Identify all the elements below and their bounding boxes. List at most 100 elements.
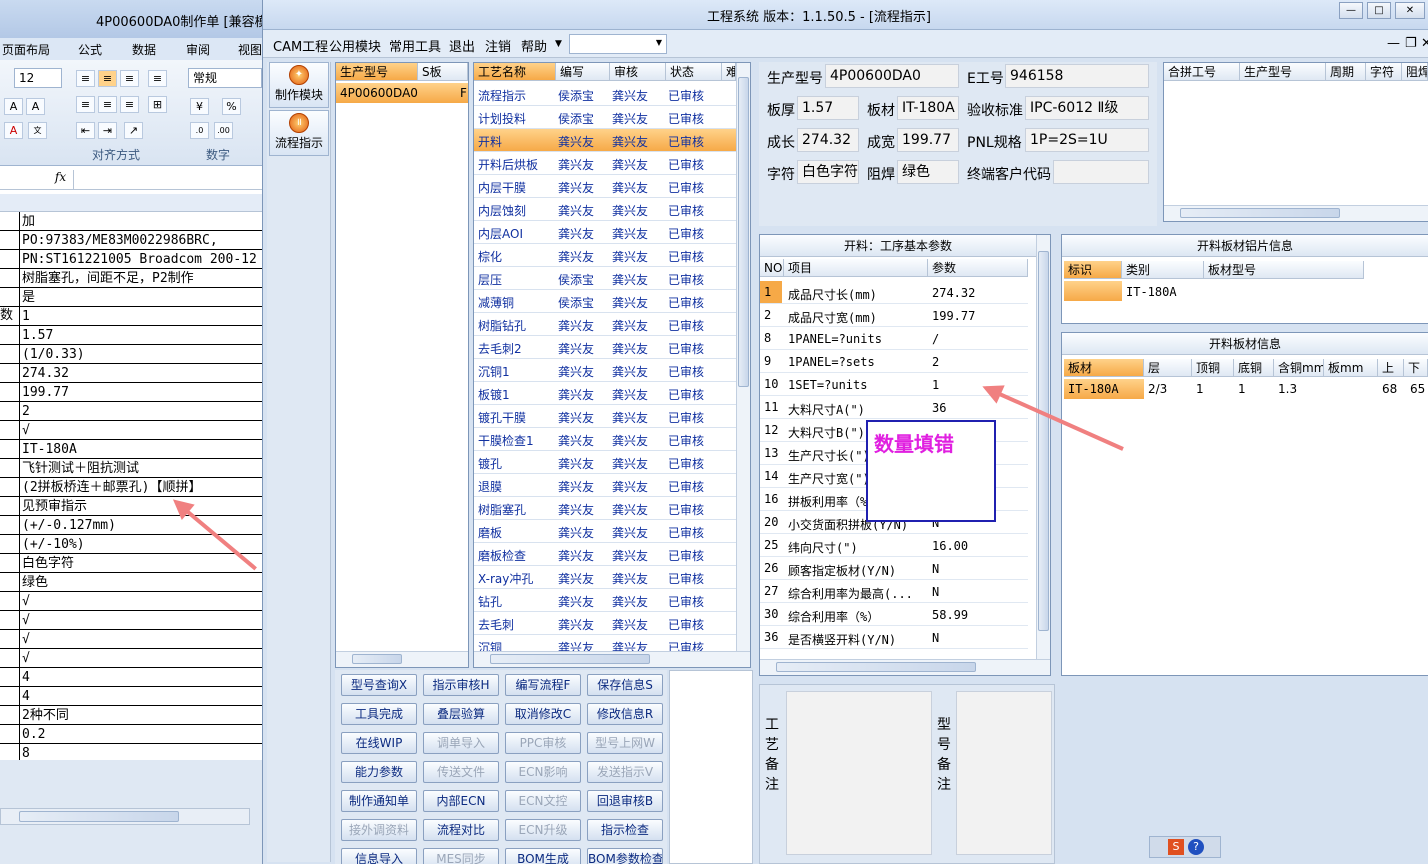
sheet-row[interactable]: IT-180A [0, 440, 262, 459]
sheet-row[interactable]: √ [0, 630, 262, 649]
table-row[interactable]: 27 综合利用率为最高(... N [760, 580, 1028, 603]
action-button[interactable]: PPC审核 [505, 732, 581, 754]
sheet-row[interactable]: (+/-0.127mm) [0, 516, 262, 535]
table-row[interactable]: 流程指示 侯添宝 龚兴友 已审核 [474, 83, 736, 106]
formula-bar[interactable]: fx [0, 170, 262, 190]
action-button[interactable]: 指示检查 [587, 819, 663, 841]
client-code-field[interactable] [1053, 160, 1149, 184]
action-button[interactable]: BOM参数检查 [587, 848, 663, 864]
table-row[interactable]: 8 1PANEL=?units / [760, 327, 1028, 350]
table-row[interactable]: 去毛刺2 龚兴友 龚兴友 已审核 [474, 336, 736, 359]
params-vscrollbar[interactable] [1036, 235, 1050, 659]
table-row[interactable]: IT-180A [1064, 379, 1144, 399]
scroll-thumb[interactable] [738, 77, 749, 387]
excel-horizontal-scrollbar[interactable] [0, 808, 250, 825]
table-row[interactable]: 板镀1 龚兴友 龚兴友 已审核 [474, 382, 736, 405]
table-row[interactable]: 减薄铜 侯添宝 龚兴友 已审核 [474, 290, 736, 313]
align-middle-icon[interactable]: ≡ [98, 70, 117, 87]
sheet-row[interactable]: 4 [0, 687, 262, 706]
table-row[interactable]: 内层蚀刻 龚兴友 龚兴友 已审核 [474, 198, 736, 221]
sheet-row[interactable]: 274.32 [0, 364, 262, 383]
material-field[interactable]: IT-180A [897, 96, 959, 120]
mdi-close-icon[interactable]: ✕ [1421, 36, 1428, 51]
process-table[interactable]: 工艺名称 编写 审核 状态 难 流程指示侯添宝龚兴友已审核计划投料侯添宝龚兴友已… [473, 62, 751, 668]
board-info-panel[interactable]: 开料板材信息 板材 层 顶铜 底铜 含铜mm 板mm 上 下 IT-180A 2… [1061, 332, 1428, 676]
process-guide-button[interactable]: ॥ 流程指示 [269, 110, 329, 156]
table-row[interactable]: 树脂钻孔 龚兴友 龚兴友 已审核 [474, 313, 736, 336]
menu-cam[interactable]: CAM工程 [273, 36, 328, 55]
table-row[interactable]: 36 是否横竖开料(Y/N) N [760, 626, 1028, 649]
process-table-hscrollbar[interactable] [474, 651, 750, 667]
tab-formulas[interactable]: 公式 [78, 41, 102, 58]
sheet-row[interactable]: 见预审指示 [0, 497, 262, 516]
header-s-board[interactable]: S板 [418, 63, 468, 81]
action-button[interactable]: 制作通知单 [341, 790, 417, 812]
header-model[interactable]: 生产型号 [336, 63, 418, 81]
header-merge-char[interactable]: 字符 [1366, 63, 1402, 81]
sheet-row[interactable]: 是 [0, 288, 262, 307]
action-button[interactable]: 型号上网W [587, 732, 663, 754]
table-row[interactable]: 30 综合利用率（%） 58.99 [760, 603, 1028, 626]
number-format-select[interactable]: 常规 [188, 68, 262, 88]
product-list-hscrollbar[interactable] [336, 651, 468, 667]
sheet-row[interactable]: 2种不同 [0, 706, 262, 725]
increase-indent-icon[interactable]: ⇥ [98, 122, 117, 139]
wrap-text-icon[interactable]: ≡ [148, 70, 167, 87]
action-button[interactable]: 修改信息R [587, 703, 663, 725]
sheet-row[interactable]: 白色字符 [0, 554, 262, 573]
table-row[interactable]: 镀孔 龚兴友 龚兴友 已审核 [474, 451, 736, 474]
header-merge-model[interactable]: 生产型号 [1240, 63, 1326, 81]
table-row[interactable]: 干膜检查1 龚兴友 龚兴友 已审核 [474, 428, 736, 451]
action-button[interactable]: 叠层验算 [423, 703, 499, 725]
align-left-icon[interactable]: ≡ [76, 96, 95, 113]
sheet-row[interactable]: √ [0, 592, 262, 611]
action-button[interactable]: 型号查询X [341, 674, 417, 696]
thickness-field[interactable]: 1.57 [797, 96, 859, 120]
action-button[interactable]: 内部ECN [423, 790, 499, 812]
action-button[interactable]: 接外调资料 [341, 819, 417, 841]
process-remark-textarea[interactable] [786, 691, 932, 855]
tab-data[interactable]: 数据 [132, 41, 156, 58]
action-button[interactable]: ECN升级 [505, 819, 581, 841]
table-row[interactable]: X-ray冲孔 龚兴友 龚兴友 已审核 [474, 566, 736, 589]
action-button[interactable]: 在线WIP [341, 732, 417, 754]
scroll-thumb[interactable] [776, 662, 976, 672]
menu-exit[interactable]: 退出 [449, 36, 475, 55]
tab-review[interactable]: 审阅 [186, 41, 210, 58]
action-button[interactable]: 回退审核B [587, 790, 663, 812]
list-item[interactable]: 4P00600DA0 F [336, 83, 468, 103]
scroll-thumb[interactable] [19, 811, 179, 822]
sheet-row[interactable]: 树脂塞孔，间距不足，P2制作 [0, 269, 262, 288]
menu-help[interactable]: 帮助 [521, 36, 547, 55]
sheet-row[interactable]: 0.2 [0, 725, 262, 744]
params-hscrollbar[interactable] [760, 659, 1050, 675]
aluminum-info-panel[interactable]: 开料板材铝片信息 标识 类别 板材型号 IT-180A [1061, 234, 1428, 324]
action-button[interactable]: ECN影响 [505, 761, 581, 783]
table-row[interactable]: 磨板检查 龚兴友 龚兴友 已审核 [474, 543, 736, 566]
sheet-row[interactable]: 2 [0, 402, 262, 421]
header-status[interactable]: 状态 [666, 63, 722, 81]
sheet-row[interactable]: PN:ST161221005 Broadcom 200-12 [0, 250, 262, 269]
pnl-field[interactable]: 1P=2S=1U [1025, 128, 1149, 152]
action-button[interactable]: 能力参数 [341, 761, 417, 783]
table-row[interactable]: 1 成品尺寸长(mm) 274.32 [760, 281, 1028, 304]
character-field[interactable]: 白色字符 [797, 160, 859, 184]
percent-icon[interactable]: % [222, 98, 241, 115]
help-icon[interactable]: ? [1188, 839, 1204, 855]
sheet-row[interactable]: √ [0, 421, 262, 440]
orientation-icon[interactable]: ↗ [124, 122, 143, 139]
action-button[interactable]: 工具完成 [341, 703, 417, 725]
sheet-row[interactable]: 4 [0, 668, 262, 687]
currency-icon[interactable]: ¥ [190, 98, 209, 115]
table-row[interactable]: 层压 侯添宝 龚兴友 已审核 [474, 267, 736, 290]
table-row[interactable]: 2 成品尺寸宽(mm) 199.77 [760, 304, 1028, 327]
table-row[interactable]: 树脂塞孔 龚兴友 龚兴友 已审核 [474, 497, 736, 520]
table-row[interactable]: 磨板 龚兴友 龚兴友 已审核 [474, 520, 736, 543]
header-process-name[interactable]: 工艺名称 [474, 63, 556, 81]
tab-view[interactable]: 视图 [238, 41, 262, 58]
align-right-icon[interactable]: ≡ [120, 96, 139, 113]
action-button[interactable]: 流程对比 [423, 819, 499, 841]
header-author[interactable]: 编写 [556, 63, 610, 81]
scroll-thumb[interactable] [1038, 251, 1049, 631]
phonetic-icon[interactable]: 文 [28, 122, 47, 139]
